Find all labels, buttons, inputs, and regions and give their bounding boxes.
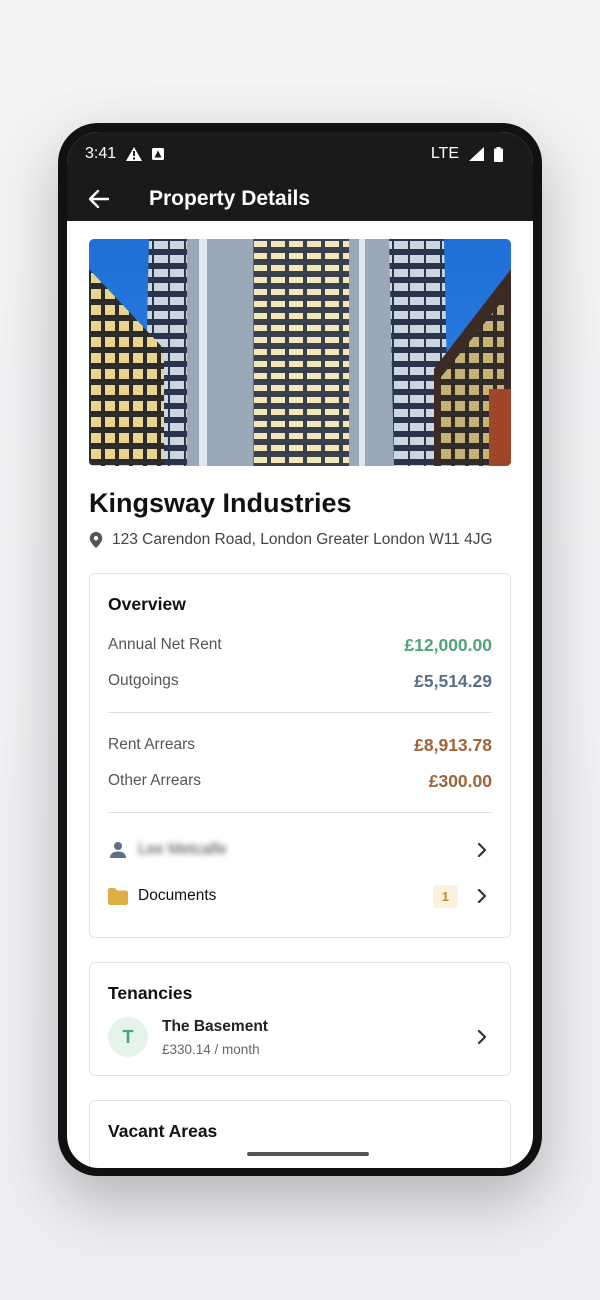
documents-link[interactable]: Documents 1 [108,873,492,919]
tenancy-info: The Basement £330.14 / month [162,1018,472,1057]
overview-row-outgoings: Outgoings £5,514.29 [108,663,492,699]
divider [108,812,492,813]
row-value: £8,913.78 [414,734,492,755]
tenancies-card: Tenancies T The Basement £330.14 / month [89,962,511,1076]
tenancy-name: The Basement [162,1017,268,1035]
chevron-right-icon [472,1027,492,1047]
overview-row-rent-arrears: Rent Arrears £8,913.78 [108,727,492,763]
divider [108,712,492,713]
row-value: £300.00 [428,770,492,791]
vacant-areas-card: Vacant Areas [89,1100,511,1168]
location-pin-icon [89,532,103,548]
documents-count-badge: 1 [432,884,458,908]
page-title: Property Details [149,186,311,210]
app-notification-icon [152,148,165,160]
phone-frame: 3:41 LTE Property Details Kingsway Indus… [58,123,542,1176]
app-bar: Property Details [67,176,533,221]
chevron-right-icon [472,886,492,906]
status-time: 3:41 [85,145,117,162]
overview-row-other-arrears: Other Arrears £300.00 [108,763,492,799]
address-text: 123 Carendon Road, London Greater London… [112,531,493,548]
property-name: Kingsway Industries [89,488,352,518]
row-label: Annual Net Rent [108,636,222,653]
tenancy-avatar: T [108,1017,148,1057]
status-bar: 3:41 LTE [67,132,533,176]
warning-icon [126,147,143,161]
folder-icon [108,887,128,905]
tenancies-title: Tenancies [108,983,193,1003]
row-label: Rent Arrears [108,736,196,753]
arrow-left-icon [89,189,109,208]
tenancy-item[interactable]: T The Basement £330.14 / month [108,1017,492,1057]
property-photo [89,239,511,466]
signal-icon [469,147,484,161]
row-value: £12,000.00 [404,634,492,655]
person-icon [110,842,126,858]
screen: 3:41 LTE Property Details Kingsway Indus… [67,132,533,1168]
overview-row-annual-net-rent: Annual Net Rent £12,000.00 [108,627,492,663]
contact-name: Lee Metcalfe [138,841,227,858]
main-content: Kingsway Industries 123 Carendon Road, L… [67,221,533,1168]
network-label: LTE [430,145,459,162]
contact-link[interactable]: Lee Metcalfe [108,827,492,873]
row-label: Outgoings [108,672,179,689]
back-button[interactable] [87,187,111,211]
row-value: £5,514.29 [414,670,492,691]
battery-icon [494,146,503,162]
home-indicator[interactable] [247,1152,369,1156]
chevron-right-icon [472,840,492,860]
documents-label: Documents [138,887,217,904]
tenancy-rent: £330.14 / month [162,1041,260,1057]
vacant-areas-title: Vacant Areas [108,1121,218,1141]
property-address: 123 Carendon Road, London Greater London… [89,531,511,549]
row-label: Other Arrears [108,772,202,789]
overview-title: Overview [108,594,186,614]
overview-card: Overview Annual Net Rent £12,000.00 Outg… [89,573,511,938]
